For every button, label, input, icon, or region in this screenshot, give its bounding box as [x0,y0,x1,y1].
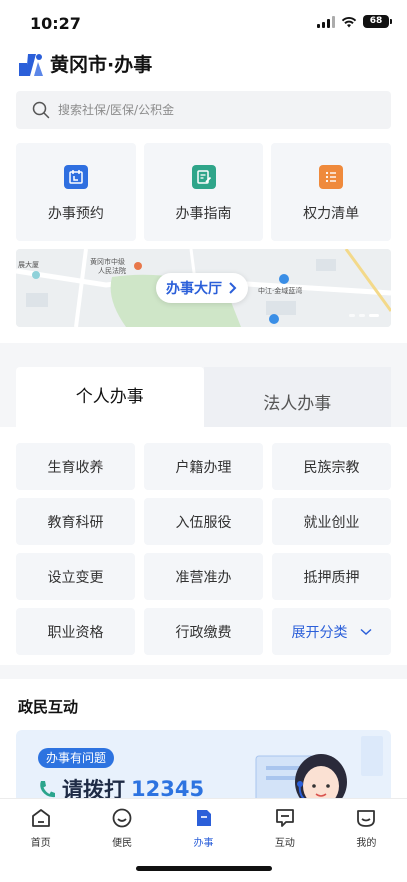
status-indicators: 68 [317,15,392,28]
wifi-icon [341,16,357,27]
expand-categories-button[interactable]: 展开分类 [272,608,391,655]
category-item[interactable]: 抵押质押 [272,553,391,600]
category-item[interactable]: 就业创业 [272,498,391,545]
nav-label: 我的 [356,838,377,849]
phone-icon [40,781,55,798]
section-divider [0,665,407,679]
service-power-list-button[interactable]: 权力清单 [271,143,392,241]
bottom-nav: 首页 便民 办事 互动 我的 [0,798,407,858]
document-icon [196,810,211,826]
smile-icon [112,808,132,828]
search-bar[interactable] [16,91,391,129]
nav-label: 办事 [193,838,214,849]
service-hall-label: 办事大厅 [166,281,222,297]
profile-icon [357,810,376,827]
map-label: 展大厦 [18,261,39,269]
category-grid: 生育收养 户籍办理 民族宗教 教育科研 入伍服役 就业创业 设立变更 准营准办 … [16,427,391,655]
nav-item-services[interactable]: 办事 [163,799,244,858]
service-cards: 办事预约 办事指南 权力清单 [16,143,392,241]
tab-personal-services[interactable]: 个人办事 [16,367,204,427]
category-item[interactable]: 教育科研 [16,498,135,545]
service-label: 办事预约 [47,206,104,222]
service-appointment-button[interactable]: 办事预约 [16,143,136,241]
search-icon [32,101,50,119]
hotline-badge: 办事有问题 [38,748,115,768]
search-input[interactable] [58,103,358,117]
hotline-call-label: 请拨打 [62,778,125,800]
service-hall-button[interactable]: 办事大厅 [156,273,248,303]
category-item[interactable]: 户籍办理 [144,443,263,490]
service-label: 办事指南 [175,206,232,222]
page-title: 黄冈市·办事 [50,54,153,76]
home-icon [31,809,50,827]
category-item[interactable]: 民族宗教 [272,443,391,490]
list-icon [319,165,344,189]
nav-item-interaction[interactable]: 互动 [244,799,325,858]
hotline-number: 12345 [131,777,205,800]
expand-categories-label: 展开分类 [291,624,348,641]
category-item[interactable]: 设立变更 [16,553,135,600]
status-time: 10:27 [30,14,81,33]
status-bar: 10:27 68 [0,0,407,46]
category-panel: 生育收养 户籍办理 民族宗教 教育科研 入伍服役 就业创业 设立变更 准营准办 … [16,427,391,659]
map-label: 中江·金域蓝湾 [258,287,303,295]
nav-item-home[interactable]: 首页 [0,799,81,858]
app-logo-icon [19,53,43,76]
service-label: 权力清单 [303,206,360,222]
hotline-text: 请拨打 12345 [38,774,204,800]
map-banner[interactable]: 展大厦 黄冈市中级 人民法院 中江·金域蓝湾 办事大厅 [16,249,391,327]
chat-icon [276,809,294,827]
tab-corporate-services[interactable]: 法人办事 [203,367,391,427]
category-item[interactable]: 生育收养 [16,443,135,490]
carousel-indicator [349,314,379,317]
map-label: 人民法院 [98,267,126,275]
chevron-right-icon [229,282,237,294]
service-type-tabs: 个人办事 法人办事 [16,367,391,427]
category-item[interactable]: 准营准办 [144,553,263,600]
guide-edit-icon [191,165,216,189]
category-item[interactable]: 职业资格 [16,608,135,655]
signal-icon [317,15,335,28]
nav-item-profile[interactable]: 我的 [326,799,407,858]
home-indicator[interactable] [136,866,272,871]
service-guide-button[interactable]: 办事指南 [143,143,264,241]
battery-icon: 68 [363,15,392,28]
hotline-banner[interactable]: 办事有问题 请拨打 12345 [16,730,391,800]
app-header: 黄冈市·办事 [18,50,152,77]
calendar-icon [63,165,88,189]
nav-item-convenience[interactable]: 便民 [81,799,162,858]
map-label: 黄冈市中级 [90,258,125,266]
section-title-interaction: 政民互动 [18,698,79,716]
category-item[interactable]: 入伍服役 [144,498,263,545]
category-item[interactable]: 行政缴费 [144,608,263,655]
nav-label: 便民 [112,838,133,849]
chevron-down-icon [359,628,372,635]
nav-label: 互动 [274,838,295,849]
nav-label: 首页 [30,838,51,849]
